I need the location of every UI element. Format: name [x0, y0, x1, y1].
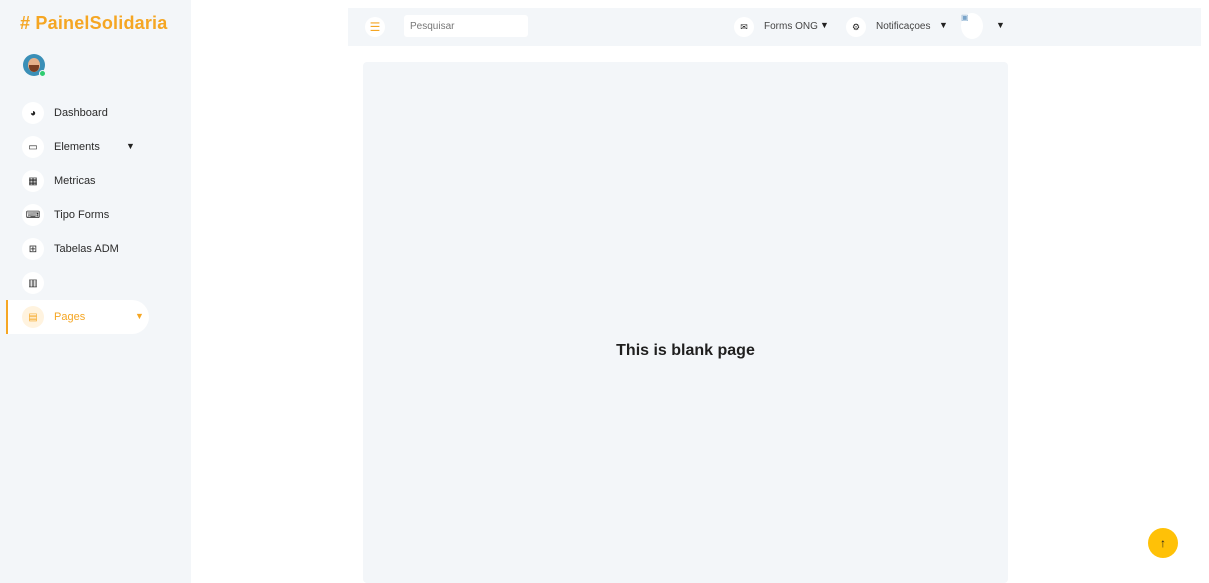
sidebar-item-label: Pages [54, 311, 86, 323]
arrow-up-icon: ↑ [1160, 536, 1166, 550]
bell-icon[interactable]: ⚙ [846, 17, 866, 37]
chart-icon: ▥ [22, 272, 44, 294]
notifications-dropdown[interactable]: Notificaçoes [876, 21, 930, 32]
sidebar-item-tipo-forms[interactable]: ⌨ Tipo Forms [0, 198, 191, 232]
sidebar-nav: ◕ Dashboard ▭ Elements ▼ ▦ Metricas ⌨ Ti… [0, 96, 191, 334]
sidebar-item-dashboard[interactable]: ◕ Dashboard [0, 96, 191, 130]
sidebar-item-chart[interactable]: ▥ [0, 266, 191, 300]
keyboard-icon: ⌨ [22, 204, 44, 226]
sidebar-item-metricas[interactable]: ▦ Metricas [0, 164, 191, 198]
file-icon: ▤ [22, 306, 44, 328]
sidebar-item-label: Elements [54, 141, 100, 153]
chevron-down-icon[interactable]: ▼ [939, 20, 948, 30]
profile-image[interactable]: ▣ [961, 13, 983, 39]
avatar[interactable] [23, 54, 46, 77]
online-status-dot [39, 70, 46, 77]
grid-icon: ▦ [22, 170, 44, 192]
scroll-to-top-button[interactable]: ↑ [1148, 528, 1178, 558]
topbar: ☰ ✉ Forms ONG ▼ ⚙ Notificaçoes ▼ ▣ ▼ [348, 8, 1201, 46]
sidebar-item-label: Metricas [54, 175, 96, 187]
search-input[interactable] [404, 15, 528, 37]
forms-ong-dropdown[interactable]: Forms ONG [764, 21, 818, 32]
hamburger-menu-icon[interactable]: ☰ [365, 17, 385, 37]
broken-image-icon: ▣ [961, 13, 969, 22]
sidebar: # PainelSolidaria ◕ Dashboard ▭ Elements… [0, 0, 191, 583]
tachometer-icon: ◕ [22, 102, 44, 124]
envelope-icon[interactable]: ✉ [734, 17, 754, 37]
page-title: This is blank page [616, 342, 755, 359]
sidebar-item-label: Tipo Forms [54, 209, 110, 221]
sidebar-item-label: Tabelas ADM [54, 243, 119, 255]
chevron-down-icon[interactable]: ▼ [820, 20, 829, 30]
chevron-down-icon: ▼ [135, 311, 144, 321]
brand-logo[interactable]: # PainelSolidaria [20, 13, 167, 34]
sidebar-item-tabelas-adm[interactable]: ⊞ Tabelas ADM [0, 232, 191, 266]
table-icon: ⊞ [22, 238, 44, 260]
chevron-down-icon: ▼ [126, 141, 135, 151]
sidebar-item-pages[interactable]: ▤ Pages ▼ [6, 300, 149, 334]
chevron-down-icon[interactable]: ▼ [996, 20, 1005, 30]
laptop-icon: ▭ [22, 136, 44, 158]
sidebar-item-elements[interactable]: ▭ Elements ▼ [0, 130, 191, 164]
avatar-beard [29, 65, 39, 72]
main-content: This is blank page [363, 62, 1008, 583]
sidebar-item-label: Dashboard [54, 107, 108, 119]
